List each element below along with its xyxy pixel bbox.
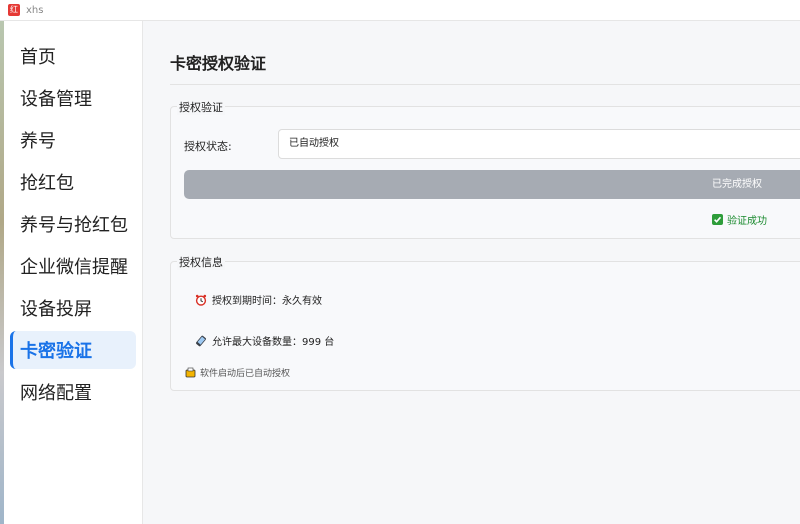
expire-time-text: 授权到期时间：永久有效: [212, 296, 322, 307]
sidebar-item-account-nurturing[interactable]: 养号: [10, 121, 136, 159]
sidebar-item-label: 养号与抢红包: [20, 215, 128, 236]
expire-time-row: 授权到期时间：永久有效: [195, 292, 322, 307]
max-devices-row: 允许最大设备数量：999 台: [195, 333, 334, 348]
sidebar-item-wecom-reminder[interactable]: 企业微信提醒: [10, 247, 136, 285]
sidebar-item-label: 设备管理: [20, 89, 92, 110]
group-title-auth: 授权验证: [177, 99, 225, 115]
check-icon: [712, 214, 723, 225]
sidebar-nav: 首页 设备管理 养号 抢红包 养号与抢红包 企业微信提醒 设备投屏 卡密验证 网…: [4, 21, 143, 524]
sidebar-item-label: 首页: [20, 47, 56, 68]
auth-complete-button-label: 已完成授权: [712, 179, 762, 190]
sidebar-item-label: 设备投屏: [20, 299, 92, 320]
sidebar-item-label: 卡密验证: [20, 341, 92, 362]
auto-auth-note-text: 软件启动后已自动授权: [200, 369, 291, 379]
sidebar-item-nurture-and-grab[interactable]: 养号与抢红包: [10, 205, 136, 243]
sidebar-item-label: 网络配置: [20, 383, 92, 404]
auth-status-field[interactable]: 已自动授权: [278, 129, 800, 159]
sidebar-item-label: 抢红包: [20, 173, 74, 194]
auth-complete-button[interactable]: 已完成授权: [184, 170, 800, 199]
auth-verification-group: 授权验证 授权状态: 已自动授权 已完成授权 验证成功: [170, 99, 800, 239]
sidebar-item-device-management[interactable]: 设备管理: [10, 79, 136, 117]
title-divider: [170, 84, 800, 85]
window-title: xhs: [26, 4, 44, 16]
alarm-clock-icon: [195, 294, 207, 306]
sidebar-item-screen-cast[interactable]: 设备投屏: [10, 289, 136, 327]
auto-auth-note: 软件启动后已自动授权: [185, 366, 290, 379]
folder-icon: [185, 367, 196, 378]
sidebar-item-label: 企业微信提醒: [20, 257, 128, 278]
auth-status-label: 授权状态:: [184, 140, 232, 153]
max-devices-text: 允许最大设备数量：999 台: [212, 337, 335, 348]
verify-success-status: 验证成功: [712, 212, 767, 227]
sidebar-item-network-config[interactable]: 网络配置: [10, 373, 136, 411]
group-title-info: 授权信息: [177, 254, 225, 270]
window-titlebar: 红 xhs: [0, 0, 800, 21]
sidebar-item-home[interactable]: 首页: [10, 37, 136, 75]
page-title: 卡密授权验证: [170, 54, 267, 73]
sidebar-item-card-verification[interactable]: 卡密验证: [10, 331, 136, 369]
app-logo-icon: 红: [8, 4, 20, 16]
verify-success-text: 验证成功: [727, 216, 767, 227]
sidebar-item-grab-red-packet[interactable]: 抢红包: [10, 163, 136, 201]
sidebar-item-label: 养号: [20, 131, 56, 152]
auth-info-group: 授权信息 授权到期时间：永久有效 允许最大设备数量：999 台 软件启动后已自动…: [170, 254, 800, 391]
phone-icon: [196, 335, 206, 346]
